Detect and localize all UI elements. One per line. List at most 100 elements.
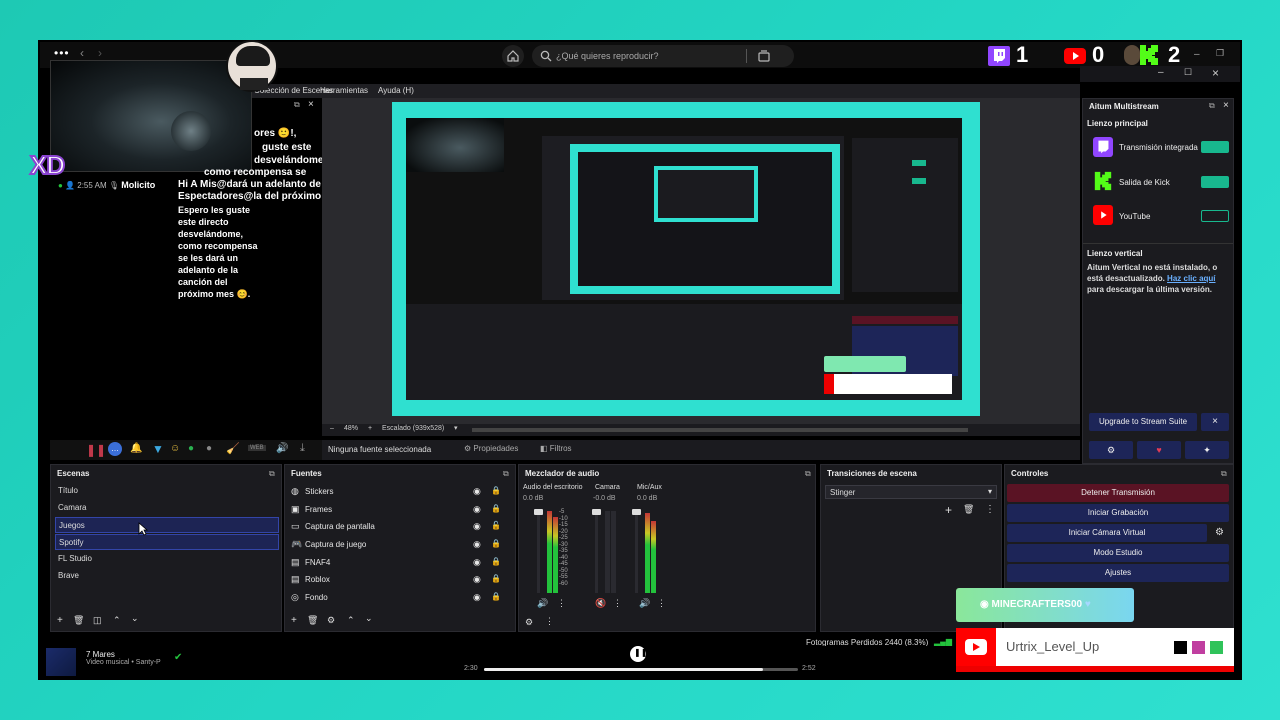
filters-button[interactable]: ◧ Filtros [540,444,572,453]
scene-filters-icon[interactable]: ◫ [93,615,102,626]
eye-icon[interactable]: ◉ [473,592,481,603]
gray-circle-icon[interactable]: ● [206,443,212,454]
zoom-out-button[interactable]: – [330,425,334,432]
mixer-float-icon[interactable]: ⧉ [805,469,811,479]
move-up-icon[interactable]: ⌃ [113,615,121,626]
discord-button[interactable]: ✦ [1185,441,1229,459]
lock-icon[interactable]: 🔒 [491,504,501,513]
add-scene-icon[interactable]: + [57,615,63,626]
browse-icon[interactable] [758,50,770,62]
start-recording-button[interactable]: Iniciar Grabación [1007,504,1229,522]
preview-canvas[interactable] [392,102,980,416]
scene-item-selected[interactable]: Juegos [55,517,279,533]
download-icon[interactable]: ⤓ [300,442,305,455]
green-circle-icon[interactable]: ● [188,443,194,454]
add-source-icon[interactable]: + [291,615,297,626]
studio-mode-button[interactable]: Modo Estudio [1007,544,1229,562]
controls-float-icon[interactable]: ⧉ [1221,469,1227,479]
eye-icon[interactable]: ◉ [473,504,481,515]
source-down-icon[interactable]: ⌄ [365,613,373,624]
lock-icon[interactable]: 🔒 [491,557,501,566]
preview-scrollbar[interactable] [472,428,968,432]
menu-tools[interactable]: Herramientas [320,84,368,98]
upgrade-button[interactable]: Upgrade to Stream Suite [1089,413,1197,431]
transition-menu-icon[interactable]: ⋮ [985,504,995,515]
muted-icon[interactable]: 🔇 [595,598,606,609]
donate-button[interactable]: ♥ [1137,441,1181,459]
more-icon[interactable]: ••• [54,46,70,60]
output-integrated-toggle[interactable] [1201,141,1229,153]
bell-icon[interactable]: 🔔 [130,443,142,454]
channel-menu-icon[interactable]: ⋮ [613,598,622,609]
unlock-icon[interactable]: 🔓 [491,521,501,530]
lock-icon[interactable]: 🔒 [491,574,501,583]
broom-icon[interactable]: 🧹 [226,442,240,455]
chat-close-icon[interactable]: × [308,99,314,110]
playback-progress[interactable] [484,668,798,671]
properties-button[interactable]: ⚙ Propiedades [464,444,518,453]
emoji-icon[interactable]: ☺ [170,443,180,454]
source-row[interactable]: ▤ Roblox ◉ 🔒 [285,571,515,589]
album-art[interactable] [46,648,76,676]
eye-icon[interactable]: ◉ [473,521,481,532]
source-row[interactable]: ▭ Captura de pantalla ◉ 🔓 [285,518,515,536]
multistream-settings-button[interactable]: ⚙ [1089,441,1133,459]
song-artist[interactable]: Video musical • Santy-P [86,659,161,666]
search-bar[interactable]: ¿Qué quieres reproducir? [532,45,794,67]
volume-icon[interactable]: 🔊 [276,443,288,454]
settings-button[interactable]: Ajustes [1007,564,1229,582]
lock-icon[interactable]: 🔒 [491,486,501,495]
source-row[interactable]: ◍ Stickers ◉ 🔒 [285,483,515,501]
channel-menu-icon[interactable]: ⋮ [557,598,566,609]
eye-icon[interactable]: ◉ [473,539,481,550]
volume-slider-handle[interactable] [632,509,641,515]
stop-stream-button[interactable]: Detener Transmisión [1007,484,1229,502]
mixer-menu-icon[interactable]: ⋮ [545,616,554,627]
remove-transition-icon[interactable]: 🗑 [963,504,974,515]
scale-dropdown-icon[interactable]: ▾ [454,424,458,432]
zoom-in-button[interactable]: + [368,425,372,432]
hd-badge-icon[interactable]: WEB [248,445,266,451]
home-button[interactable] [502,45,524,67]
virtual-camera-settings-icon[interactable]: ⚙ [1215,527,1224,538]
chat-bubble-icon[interactable]: … [108,442,122,456]
multistream-float-icon[interactable]: ⧉ [1209,101,1215,111]
song-title[interactable]: 7 Mares [86,650,115,659]
play-pause-button[interactable]: ❚❚ [630,646,647,662]
mixer-settings-icon[interactable]: ⚙ [525,617,533,628]
eye-icon[interactable]: ◉ [473,574,481,585]
sources-float-icon[interactable]: ⧉ [503,469,509,479]
volume-slider-handle[interactable] [534,509,543,515]
lock-icon[interactable]: 🔒 [491,539,501,548]
minimize-icon[interactable]: – [1194,49,1200,60]
lock-icon[interactable]: 🔒 [491,592,501,601]
window-restore-icon[interactable]: ❐ [1216,48,1224,59]
obs-minimize-icon[interactable]: – [1158,67,1164,78]
scene-item[interactable]: Título [55,483,279,499]
forward-icon[interactable]: › [98,46,102,60]
saved-check-icon[interactable]: ✔ [174,652,182,663]
source-up-icon[interactable]: ⌃ [347,615,355,626]
eye-icon[interactable]: ◉ [473,557,481,568]
source-settings-icon[interactable]: ⚙ [327,615,335,626]
scene-item[interactable]: FL Studio [55,551,279,567]
output-kick-toggle[interactable] [1201,176,1229,188]
mute-toggle-icon[interactable]: 🔊 [537,598,548,609]
source-row[interactable]: 🎮 Captura de juego ◉ 🔒 [285,536,515,554]
obs-close-icon[interactable]: × [1212,66,1219,80]
start-virtual-camera-button[interactable]: Iniciar Cámara Virtual [1007,524,1207,542]
channel-menu-icon[interactable]: ⋮ [657,598,666,609]
remove-scene-icon[interactable]: 🗑 [73,615,84,626]
source-row[interactable]: ◎ Fondo ◉ 🔒 [285,589,515,607]
volume-slider-handle[interactable] [592,509,601,515]
vertical-download-link[interactable]: Haz clic aquí [1167,274,1215,283]
mute-toggle-icon[interactable]: 🔊 [639,598,650,609]
scenes-float-icon[interactable]: ⧉ [269,469,275,479]
chat-float-icon[interactable]: ⧉ [294,100,300,110]
upgrade-close-button[interactable]: × [1201,413,1229,431]
add-transition-icon[interactable]: + [945,503,952,517]
source-row[interactable]: ▣ Frames ◉ 🔒 [285,501,515,519]
obs-maximize-icon[interactable]: ☐ [1184,67,1192,78]
pause-icon[interactable]: ❚❚ [86,443,106,457]
back-icon[interactable]: ‹ [80,46,84,60]
